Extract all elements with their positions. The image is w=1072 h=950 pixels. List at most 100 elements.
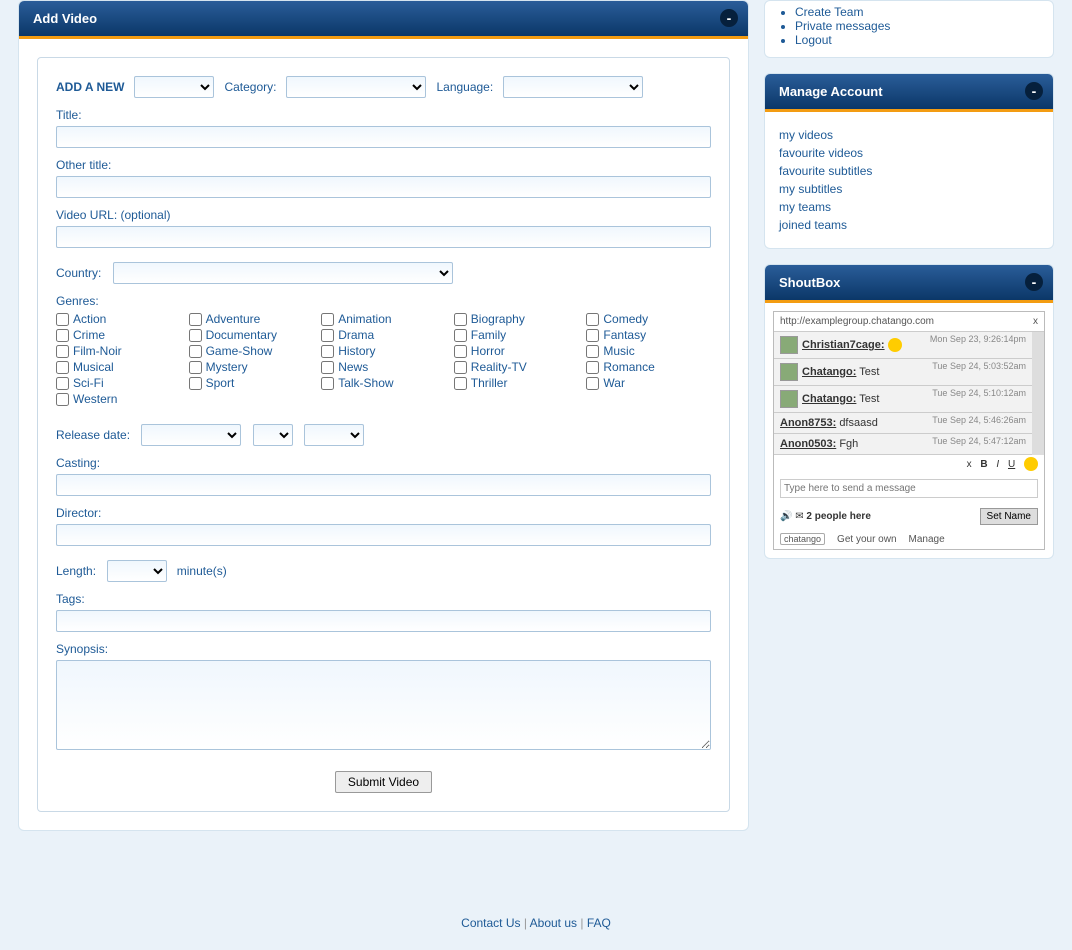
genre-checkbox[interactable] <box>189 345 202 358</box>
genre-item[interactable]: History <box>321 344 446 358</box>
genre-item[interactable]: War <box>586 376 711 390</box>
get-your-own-link[interactable]: Get your own <box>837 534 896 545</box>
submit-video-button[interactable]: Submit Video <box>335 771 432 793</box>
category-select[interactable] <box>286 76 426 98</box>
genre-checkbox[interactable] <box>189 377 202 390</box>
genre-checkbox[interactable] <box>586 345 599 358</box>
username[interactable]: Chatango: <box>802 393 856 405</box>
footer-contact-link[interactable]: Contact Us <box>461 916 520 930</box>
genre-checkbox[interactable] <box>56 329 69 342</box>
underline-icon[interactable]: U <box>1008 459 1015 470</box>
genre-item[interactable]: Film-Noir <box>56 344 181 358</box>
chatango-badge[interactable]: chatango <box>780 533 825 545</box>
footer-faq-link[interactable]: FAQ <box>587 916 611 930</box>
toolbar-x[interactable]: x <box>967 459 972 470</box>
genre-checkbox[interactable] <box>586 313 599 326</box>
nav-link[interactable]: Logout <box>795 33 832 47</box>
video-url-input[interactable] <box>56 226 711 248</box>
genre-item[interactable]: Biography <box>454 312 579 326</box>
genre-checkbox[interactable] <box>586 329 599 342</box>
genre-checkbox[interactable] <box>454 377 467 390</box>
release-month-select[interactable] <box>141 424 241 446</box>
genre-item[interactable]: Game-Show <box>189 344 314 358</box>
nav-link[interactable]: Create Team <box>795 5 863 19</box>
bold-icon[interactable]: B <box>980 459 987 470</box>
account-link[interactable]: my videos <box>779 126 1039 144</box>
genre-item[interactable]: News <box>321 360 446 374</box>
casting-input[interactable] <box>56 474 711 496</box>
genre-checkbox[interactable] <box>454 345 467 358</box>
manage-link[interactable]: Manage <box>909 534 945 545</box>
genre-checkbox[interactable] <box>56 393 69 406</box>
genre-item[interactable]: Fantasy <box>586 328 711 342</box>
genre-item[interactable]: Drama <box>321 328 446 342</box>
genre-item[interactable]: Talk-Show <box>321 376 446 390</box>
genre-item[interactable]: Family <box>454 328 579 342</box>
set-name-button[interactable]: Set Name <box>980 508 1038 525</box>
genre-checkbox[interactable] <box>56 377 69 390</box>
genre-checkbox[interactable] <box>454 361 467 374</box>
tags-input[interactable] <box>56 610 711 632</box>
footer-about-link[interactable]: About us <box>530 916 577 930</box>
genre-item[interactable]: Adventure <box>189 312 314 326</box>
genre-checkbox[interactable] <box>189 329 202 342</box>
genre-item[interactable]: Action <box>56 312 181 326</box>
language-select[interactable] <box>503 76 643 98</box>
minimize-icon[interactable]: - <box>720 9 738 27</box>
genre-checkbox[interactable] <box>321 361 334 374</box>
genre-item[interactable]: Sci-Fi <box>56 376 181 390</box>
emoji-icon[interactable] <box>1024 457 1038 471</box>
minimize-icon[interactable]: - <box>1025 273 1043 291</box>
genre-checkbox[interactable] <box>454 313 467 326</box>
genre-checkbox[interactable] <box>321 345 334 358</box>
username[interactable]: Anon8753: <box>780 417 836 429</box>
account-link[interactable]: joined teams <box>779 216 1039 234</box>
username[interactable]: Chatango: <box>802 366 856 378</box>
account-link[interactable]: my subtitles <box>779 180 1039 198</box>
genre-item[interactable]: Music <box>586 344 711 358</box>
genre-item[interactable]: Documentary <box>189 328 314 342</box>
country-select[interactable] <box>113 262 453 284</box>
genre-checkbox[interactable] <box>56 361 69 374</box>
minimize-icon[interactable]: - <box>1025 82 1043 100</box>
nav-link[interactable]: Private messages <box>795 19 890 33</box>
genre-checkbox[interactable] <box>189 361 202 374</box>
genre-item[interactable]: Horror <box>454 344 579 358</box>
genre-checkbox[interactable] <box>586 361 599 374</box>
release-year-select[interactable] <box>304 424 364 446</box>
italic-icon[interactable]: I <box>996 459 999 470</box>
genre-checkbox[interactable] <box>454 329 467 342</box>
genre-checkbox[interactable] <box>56 313 69 326</box>
genre-checkbox[interactable] <box>56 345 69 358</box>
username[interactable]: Anon0503: <box>780 438 836 450</box>
genre-item[interactable]: Western <box>56 392 181 406</box>
genre-item[interactable]: Crime <box>56 328 181 342</box>
genre-item[interactable]: Romance <box>586 360 711 374</box>
genre-item[interactable]: Thriller <box>454 376 579 390</box>
genre-item[interactable]: Animation <box>321 312 446 326</box>
synopsis-input[interactable] <box>56 660 711 750</box>
genre-checkbox[interactable] <box>321 313 334 326</box>
genre-checkbox[interactable] <box>189 313 202 326</box>
account-link[interactable]: my teams <box>779 198 1039 216</box>
add-new-select[interactable] <box>134 76 214 98</box>
genre-checkbox[interactable] <box>586 377 599 390</box>
sound-icon[interactable]: 🔊 <box>780 511 792 522</box>
genre-item[interactable]: Comedy <box>586 312 711 326</box>
length-select[interactable] <box>107 560 167 582</box>
shoutbox-input[interactable] <box>780 479 1038 498</box>
mail-icon[interactable]: ✉ <box>795 511 803 522</box>
genre-item[interactable]: Mystery <box>189 360 314 374</box>
account-link[interactable]: favourite videos <box>779 144 1039 162</box>
other-title-input[interactable] <box>56 176 711 198</box>
genre-item[interactable]: Reality-TV <box>454 360 579 374</box>
release-day-select[interactable] <box>253 424 293 446</box>
genre-item[interactable]: Sport <box>189 376 314 390</box>
title-input[interactable] <box>56 126 711 148</box>
genre-checkbox[interactable] <box>321 329 334 342</box>
genre-item[interactable]: Musical <box>56 360 181 374</box>
account-link[interactable]: favourite subtitles <box>779 162 1039 180</box>
scrollbar[interactable] <box>1032 332 1044 455</box>
close-icon[interactable]: x <box>1033 316 1038 327</box>
director-input[interactable] <box>56 524 711 546</box>
